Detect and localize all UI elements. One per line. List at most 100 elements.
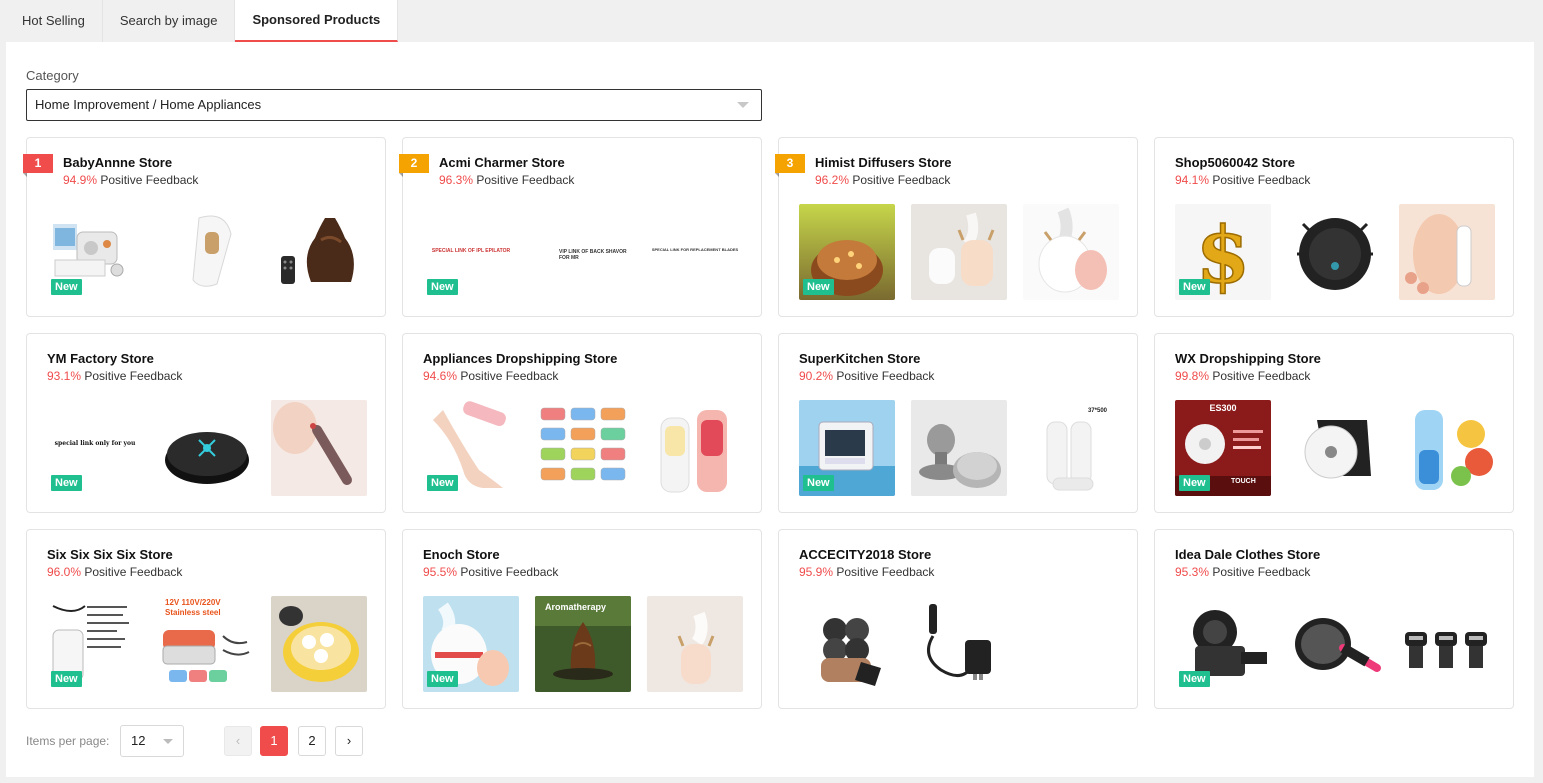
product-thumbnail[interactable]	[911, 596, 1007, 692]
product-thumbnail[interactable]	[1287, 400, 1383, 496]
new-badge: New	[51, 475, 82, 491]
product-thumbnail[interactable]	[271, 596, 367, 692]
page-button-1[interactable]: 1	[260, 726, 288, 756]
product-thumbnail[interactable]: Aromatherapy	[535, 596, 631, 692]
product-thumbnails: Aromatherapy	[423, 596, 743, 692]
product-thumbnail[interactable]	[799, 596, 895, 692]
store-name[interactable]: Acmi Charmer Store	[439, 155, 565, 170]
product-thumbnails	[799, 596, 1119, 692]
category-value: Home Improvement / Home Appliances	[35, 97, 262, 112]
store-name[interactable]: ACCECITY2018 Store	[799, 547, 931, 562]
feedback-percent: 95.3%	[1175, 565, 1210, 579]
store-card[interactable]: YM Factory Store 93.1% Positive Feedback s…	[26, 333, 386, 513]
feedback-label: Positive Feedback	[100, 173, 199, 187]
store-card[interactable]: Idea Dale Clothes Store 95.3% Positive Fe…	[1154, 529, 1514, 709]
feedback-label: Positive Feedback	[84, 565, 183, 579]
new-badge: New	[1179, 671, 1210, 687]
product-thumbnail[interactable]	[647, 400, 743, 496]
store-card[interactable]: 1 BabyAnnne Store 94.9% Positive Feedback N…	[23, 137, 386, 317]
tab-sponsored-products[interactable]: Sponsored Products	[235, 0, 399, 42]
product-thumbnails	[47, 204, 367, 300]
store-card[interactable]: SuperKitchen Store 90.2% Positive Feedbac…	[778, 333, 1138, 513]
positive-feedback: 99.8% Positive Feedback	[1175, 369, 1310, 383]
product-thumbnail[interactable]	[271, 204, 367, 300]
store-name[interactable]: Idea Dale Clothes Store	[1175, 547, 1320, 562]
product-thumbnail[interactable]	[535, 400, 631, 496]
store-name[interactable]: SuperKitchen Store	[799, 351, 920, 366]
product-thumbnail[interactable]	[271, 400, 367, 496]
feedback-percent: 96.2%	[815, 173, 850, 187]
product-thumbnail[interactable]: 37*500	[1023, 400, 1119, 496]
thumb-caption: 12V 110V/220V Stainless steel	[165, 598, 221, 618]
positive-feedback: 94.9% Positive Feedback	[63, 173, 198, 187]
product-thumbnail[interactable]	[1399, 400, 1495, 496]
chevron-down-icon	[163, 739, 173, 744]
thumb-caption: SPECIAL LINK OF IPL EPILATOR	[431, 248, 511, 254]
store-card[interactable]: ACCECITY2018 Store 95.9% Positive Feedbac…	[778, 529, 1138, 709]
product-thumbnail[interactable]	[159, 400, 255, 496]
store-card[interactable]: 2 Acmi Charmer Store 96.3% Positive Feedba…	[399, 137, 762, 317]
feedback-label: Positive Feedback	[852, 173, 951, 187]
new-badge: New	[803, 475, 834, 491]
prev-page-button[interactable]: ‹	[224, 726, 252, 756]
product-thumbnail[interactable]	[1287, 204, 1383, 300]
items-per-page-label: Items per page:	[26, 734, 110, 748]
feedback-percent: 93.1%	[47, 369, 82, 383]
feedback-percent: 95.9%	[799, 565, 834, 579]
feedback-label: Positive Feedback	[476, 173, 575, 187]
product-thumbnail[interactable]: VIP LINK OF BACK SHAVOR FOR MR	[535, 204, 631, 300]
feedback-label: Positive Feedback	[460, 565, 559, 579]
store-name[interactable]: Shop5060042 Store	[1175, 155, 1295, 170]
positive-feedback: 95.5% Positive Feedback	[423, 565, 558, 579]
thumb-caption: TOUCH	[1231, 478, 1256, 485]
store-name[interactable]: Himist Diffusers Store	[815, 155, 952, 170]
thumb-caption: Aromatherapy	[545, 602, 607, 612]
product-thumbnail[interactable]	[159, 204, 255, 300]
store-card[interactable]: Six Six Six Six Store 96.0% Positive Feed…	[26, 529, 386, 709]
store-name[interactable]: YM Factory Store	[47, 351, 154, 366]
product-thumbnail[interactable]	[911, 204, 1007, 300]
feedback-label: Positive Feedback	[1212, 369, 1311, 383]
product-thumbnail[interactable]	[1023, 596, 1119, 692]
product-thumbnail[interactable]	[911, 400, 1007, 496]
store-card[interactable]: Shop5060042 Store 94.1% Positive Feedback…	[1154, 137, 1514, 317]
store-name[interactable]: Enoch Store	[423, 547, 500, 562]
category-select[interactable]: Home Improvement / Home Appliances	[26, 89, 762, 121]
new-badge: New	[1179, 279, 1210, 295]
store-card[interactable]: WX Dropshipping Store 99.8% Positive Feed…	[1154, 333, 1514, 513]
product-thumbnail[interactable]	[1399, 596, 1495, 692]
category-label: Category	[26, 68, 79, 83]
product-thumbnails	[799, 204, 1119, 300]
positive-feedback: 95.3% Positive Feedback	[1175, 565, 1310, 579]
page-button-2[interactable]: 2	[298, 726, 326, 756]
product-thumbnail[interactable]	[1287, 596, 1383, 692]
product-thumbnail[interactable]: SPECIAL LINK FOR REPLACEMENT BLADES	[647, 204, 743, 300]
store-card[interactable]: Enoch Store 95.5% Positive Feedback Aromat…	[402, 529, 762, 709]
tab-search-by-image[interactable]: Search by image	[102, 0, 236, 42]
store-name[interactable]: Appliances Dropshipping Store	[423, 351, 617, 366]
product-thumbnails: special link only for you	[47, 400, 367, 496]
store-card[interactable]: Appliances Dropshipping Store 94.6% Posit…	[402, 333, 762, 513]
product-thumbnail[interactable]	[647, 596, 743, 692]
store-card[interactable]: 3 Himist Diffusers Store 96.2% Positive Fe…	[775, 137, 1138, 317]
thumb-caption: ES300	[1209, 403, 1237, 413]
product-thumbnail[interactable]	[1399, 204, 1495, 300]
positive-feedback: 95.9% Positive Feedback	[799, 565, 934, 579]
product-thumbnail[interactable]: 12V 110V/220V Stainless steel	[159, 596, 255, 692]
feedback-percent: 94.9%	[63, 173, 98, 187]
feedback-percent: 94.1%	[1175, 173, 1210, 187]
product-thumbnail[interactable]	[1023, 204, 1119, 300]
next-page-button[interactable]: ›	[335, 726, 363, 756]
new-badge: New	[427, 475, 458, 491]
tab-bar: Hot Selling Search by image Sponsored Pr…	[5, 0, 399, 42]
store-name[interactable]: Six Six Six Six Store	[47, 547, 173, 562]
items-per-page-select[interactable]: 12	[120, 725, 184, 757]
store-name[interactable]: BabyAnnne Store	[63, 155, 172, 170]
thumb-caption-line: Stainless steel	[165, 608, 221, 617]
tab-hot-selling[interactable]: Hot Selling	[5, 0, 103, 42]
rank-badge: 3	[775, 154, 805, 177]
store-name[interactable]: WX Dropshipping Store	[1175, 351, 1321, 366]
rank-badge: 1	[23, 154, 53, 177]
feedback-percent: 90.2%	[799, 369, 834, 383]
chevron-down-icon	[737, 102, 749, 108]
